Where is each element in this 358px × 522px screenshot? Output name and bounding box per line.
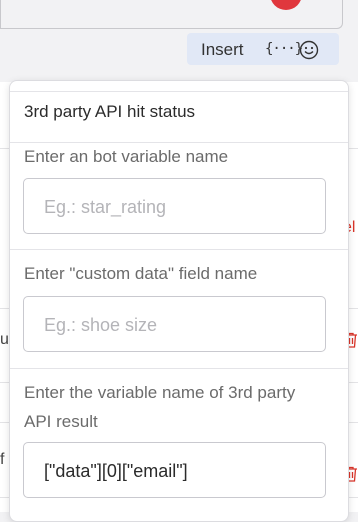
background-text-fragment: f [0,451,5,468]
red-circle-button[interactable] [270,0,302,10]
api-result-label: Enter the variable name of 3rd party API… [24,383,296,431]
bot-variable-label: Enter an bot variable name [24,147,229,166]
insert-button[interactable]: Insert [201,40,244,60]
bot-variable-input[interactable] [42,179,316,235]
variable-popover: 3rd party API hit status Enter an bot va… [9,80,349,522]
divider [10,368,348,369]
divider [10,249,348,250]
smile-icon[interactable] [299,40,319,60]
background-text-fragment: u [0,331,9,348]
custom-data-label: Enter "custom data" field name [24,264,258,283]
custom-data-field[interactable] [23,296,326,353]
divider [10,91,348,92]
bot-variable-field[interactable] [23,178,326,235]
api-result-input[interactable] [42,443,316,499]
api-result-field[interactable] [23,442,326,499]
variable-braces-icon[interactable]: {···} [265,41,303,57]
insert-toolbar: Insert {···} [187,33,339,65]
custom-data-input[interactable] [42,297,316,353]
background-top-bar [0,0,343,29]
popover-title: 3rd party API hit status [24,102,196,121]
